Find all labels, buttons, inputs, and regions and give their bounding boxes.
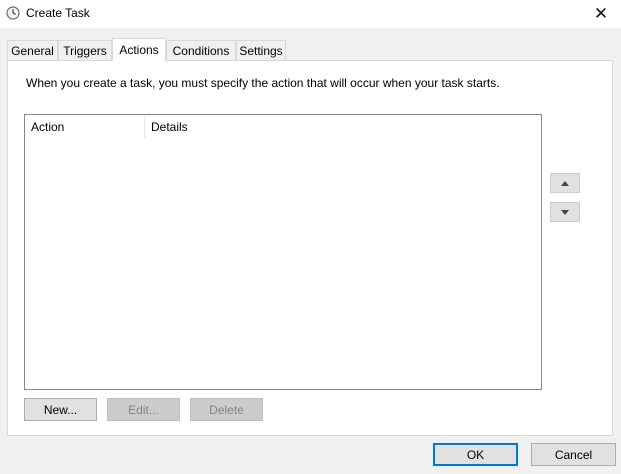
triangle-down-icon: [561, 209, 569, 215]
tab-label: Conditions: [172, 43, 230, 58]
window-title: Create Task: [26, 6, 90, 20]
list-header: Action Details: [25, 115, 541, 139]
new-action-button[interactable]: New...: [24, 398, 97, 421]
tab-actions[interactable]: Actions: [112, 38, 166, 61]
actions-panel: When you create a task, you must specify…: [7, 60, 613, 436]
ok-button[interactable]: OK: [433, 443, 518, 466]
clock-icon: [6, 6, 20, 20]
move-up-button[interactable]: [550, 173, 580, 193]
close-icon: ✕: [593, 4, 609, 23]
tab-label: Actions: [119, 43, 159, 57]
tab-label: Triggers: [63, 43, 107, 58]
column-label: Action: [31, 120, 65, 134]
column-header-details[interactable]: Details: [145, 115, 541, 139]
tab-label: Settings: [239, 43, 283, 58]
column-header-action[interactable]: Action: [25, 115, 144, 139]
tab-triggers[interactable]: Triggers: [58, 40, 112, 60]
instruction-text: When you create a task, you must specify…: [26, 76, 500, 90]
tab-label: General: [11, 43, 54, 58]
column-label: Details: [151, 120, 188, 134]
cancel-button[interactable]: Cancel: [531, 443, 616, 466]
actions-list[interactable]: Action Details: [24, 114, 542, 390]
move-down-button[interactable]: [550, 202, 580, 222]
button-label: OK: [466, 447, 485, 462]
button-label: Edit...: [128, 402, 159, 417]
close-button[interactable]: ✕: [581, 0, 621, 28]
title-bar: Create Task ✕: [0, 0, 621, 28]
button-label: Delete: [209, 402, 244, 417]
button-label: Cancel: [554, 447, 593, 462]
button-label: New...: [43, 402, 78, 417]
triangle-up-icon: [561, 180, 569, 186]
edit-action-button[interactable]: Edit...: [107, 398, 180, 421]
tab-general[interactable]: General: [7, 40, 58, 60]
delete-action-button[interactable]: Delete: [190, 398, 263, 421]
tab-settings[interactable]: Settings: [236, 40, 286, 60]
tab-conditions[interactable]: Conditions: [166, 40, 236, 60]
